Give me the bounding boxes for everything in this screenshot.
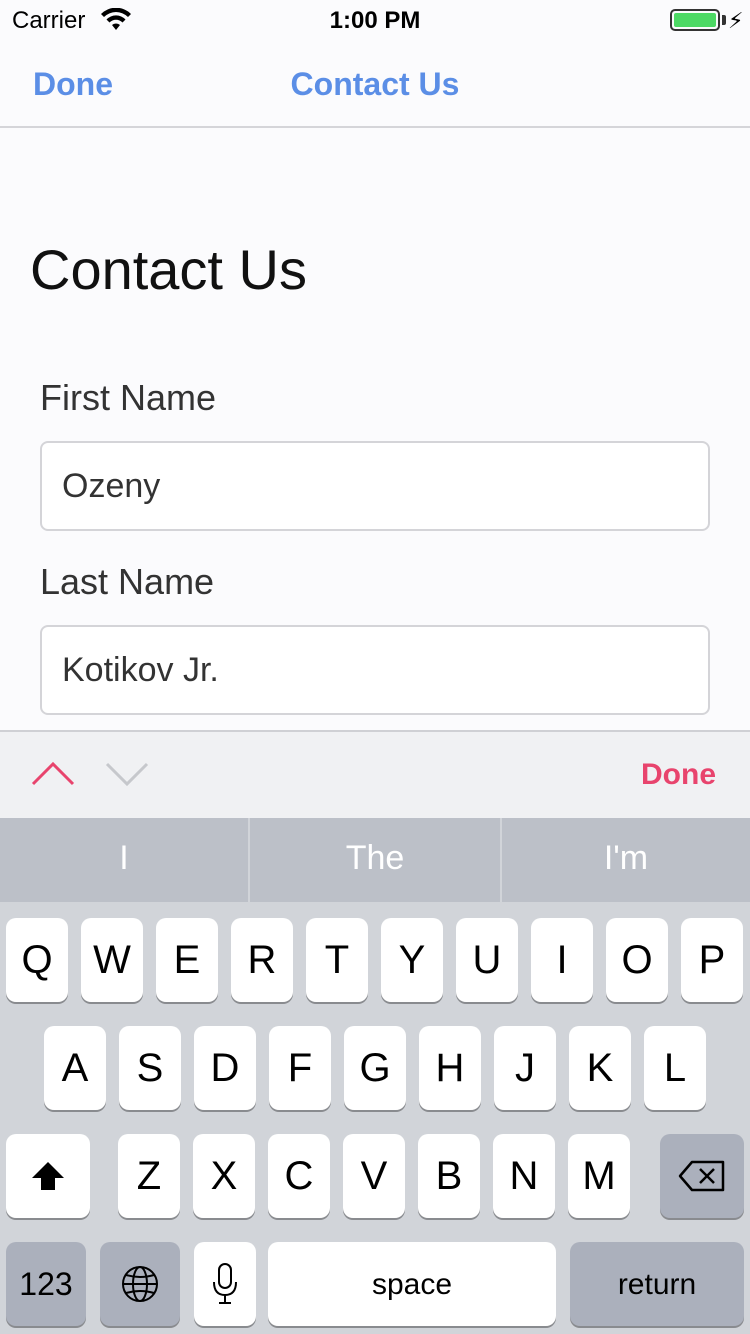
accessory-done-button[interactable]: Done: [641, 758, 716, 792]
key-c[interactable]: C: [268, 1134, 330, 1218]
key-q[interactable]: Q: [6, 918, 68, 1002]
key-e[interactable]: E: [156, 918, 218, 1002]
key-p[interactable]: P: [681, 918, 743, 1002]
key-label: P: [698, 938, 726, 982]
shift-icon: [32, 1162, 64, 1190]
key-w[interactable]: W: [81, 918, 143, 1002]
key-g[interactable]: G: [344, 1026, 406, 1110]
last-name-input[interactable]: [40, 625, 710, 715]
key-u[interactable]: U: [456, 918, 518, 1002]
key-label: N: [509, 1154, 539, 1198]
suggestion-3[interactable]: I'm: [502, 818, 750, 902]
key-y[interactable]: Y: [381, 918, 443, 1002]
last-name-label: Last Name: [40, 561, 215, 602]
space-key-label: space: [371, 1268, 453, 1301]
key-label: K: [586, 1046, 614, 1090]
first-name-input[interactable]: [40, 441, 710, 531]
key-label: C: [284, 1154, 314, 1198]
key-label: H: [435, 1046, 465, 1090]
key-label: L: [663, 1046, 687, 1090]
key-label: V: [360, 1154, 388, 1198]
key-label: B: [435, 1154, 463, 1198]
key-label: U: [472, 938, 502, 982]
key-r[interactable]: R: [231, 918, 293, 1002]
key-label: W: [93, 938, 131, 982]
key-h[interactable]: H: [419, 1026, 481, 1110]
return-key[interactable]: return: [570, 1242, 744, 1326]
navigation-bar: Done Contact Us: [0, 40, 750, 128]
status-time: 1:00 PM: [329, 7, 421, 34]
first-name-label: First Name: [40, 377, 217, 418]
key-s[interactable]: S: [119, 1026, 181, 1110]
key-label: I: [556, 938, 568, 982]
status-bar: Carrier 1:00 PM ⚡: [0, 0, 750, 40]
suggestion-2[interactable]: The: [250, 818, 500, 902]
globe-icon: [122, 1266, 158, 1302]
key-l[interactable]: L: [644, 1026, 706, 1110]
key-i[interactable]: I: [531, 918, 593, 1002]
charging-icon: ⚡: [728, 8, 744, 33]
return-key-label: return: [617, 1268, 697, 1301]
key-label: J: [515, 1046, 535, 1090]
key-label: Y: [398, 938, 426, 982]
battery-level: [674, 13, 716, 27]
key-m[interactable]: M: [568, 1134, 630, 1218]
key-j[interactable]: J: [494, 1026, 556, 1110]
key-label: O: [621, 938, 653, 982]
key-d[interactable]: D: [194, 1026, 256, 1110]
battery-icon: [670, 9, 720, 31]
key-a[interactable]: A: [44, 1026, 106, 1110]
chevron-up-icon[interactable]: [30, 754, 76, 794]
numbers-key[interactable]: 123: [6, 1242, 86, 1326]
key-label: Z: [136, 1154, 162, 1198]
suggestion-1[interactable]: I: [0, 818, 248, 902]
key-b[interactable]: B: [418, 1134, 480, 1218]
globe-key[interactable]: [100, 1242, 180, 1326]
key-label: G: [359, 1046, 391, 1090]
key-label: A: [61, 1046, 89, 1090]
key-v[interactable]: V: [343, 1134, 405, 1218]
key-label: D: [210, 1046, 240, 1090]
key-label: Q: [21, 938, 53, 982]
keyboard-accessory-bar: Done: [0, 730, 750, 818]
dictation-key[interactable]: [194, 1242, 256, 1326]
nav-title: Contact Us: [290, 66, 460, 102]
battery-cap: [722, 15, 726, 25]
backspace-key[interactable]: [660, 1134, 744, 1218]
key-label: S: [136, 1046, 164, 1090]
key-o[interactable]: O: [606, 918, 668, 1002]
page-title: Contact Us: [30, 238, 307, 301]
key-label: R: [247, 938, 277, 982]
key-x[interactable]: X: [193, 1134, 255, 1218]
keyboard: I The I'm QWE R T Y U I O P A S D F GH J K L Z X C V B NM 1…: [0, 818, 750, 1334]
key-label: E: [173, 938, 201, 982]
key-label: M: [582, 1154, 616, 1198]
key-f[interactable]: F: [269, 1026, 331, 1110]
chevron-down-icon[interactable]: [104, 754, 150, 794]
backspace-icon: [678, 1160, 725, 1192]
suggestion-bar: I The I'm: [0, 818, 750, 902]
key-t[interactable]: T: [306, 918, 368, 1002]
key-z[interactable]: Z: [118, 1134, 180, 1218]
key-label: F: [287, 1046, 313, 1090]
numbers-key-label: 123: [19, 1266, 73, 1302]
key-label: X: [210, 1154, 238, 1198]
space-key[interactable]: space: [268, 1242, 556, 1326]
key-n[interactable]: N: [493, 1134, 555, 1218]
key-label: T: [324, 938, 350, 982]
key-k[interactable]: K: [569, 1026, 631, 1110]
microphone-icon: [213, 1263, 237, 1304]
shift-key[interactable]: [6, 1134, 90, 1218]
